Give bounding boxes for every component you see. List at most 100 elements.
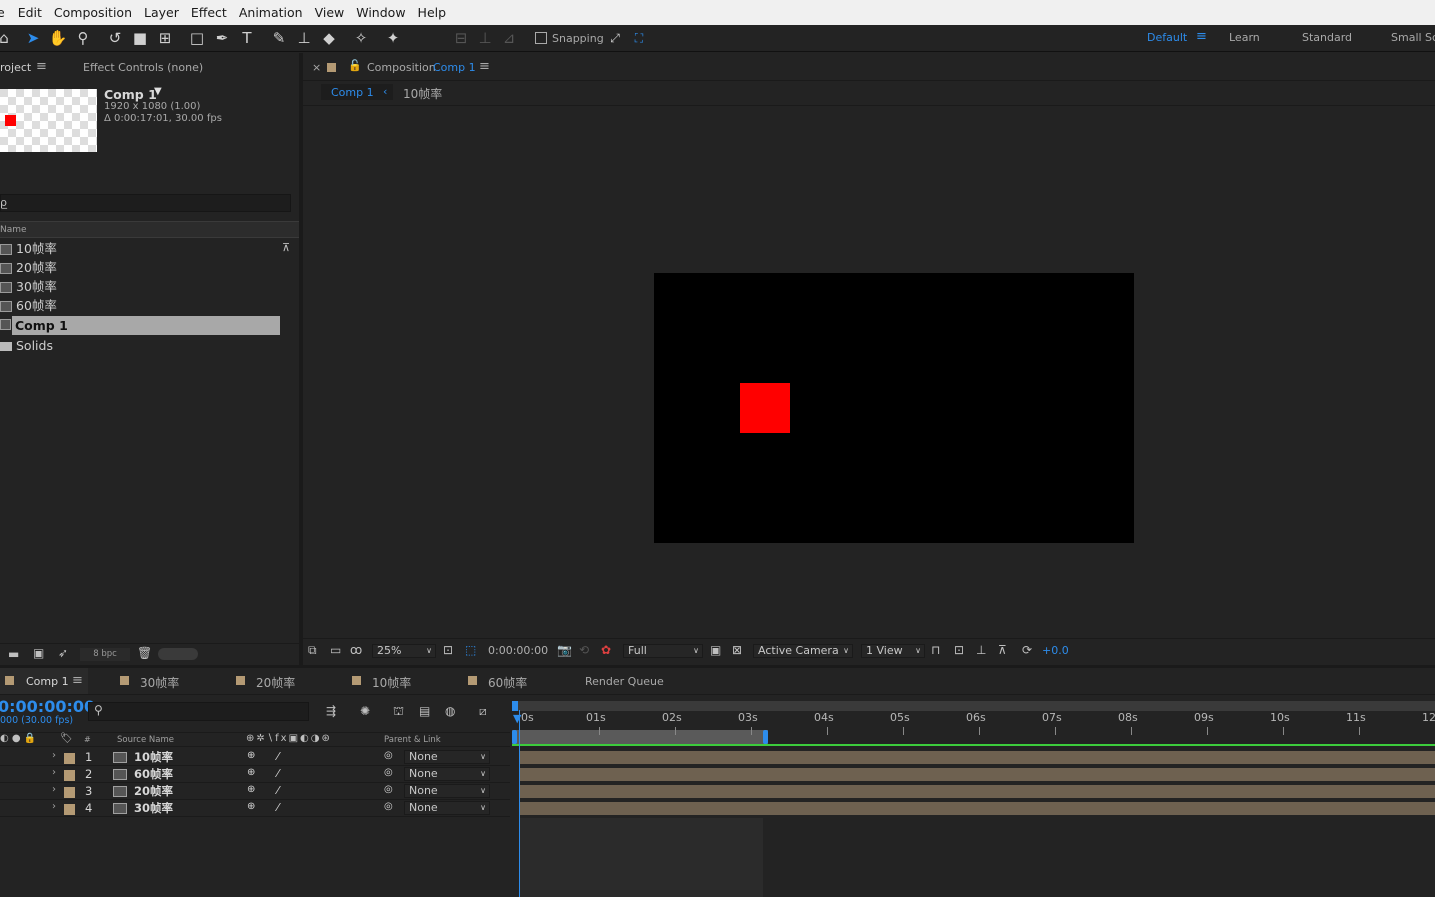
breadcrumb-comp[interactable]: Comp 1 [331, 86, 374, 99]
layer-label-swatch[interactable] [64, 787, 75, 798]
layer-label-swatch[interactable] [64, 753, 75, 764]
quality-switch-icon[interactable]: ⁄ [277, 750, 279, 763]
trash-icon[interactable]: 🗑 [137, 646, 152, 660]
work-area-bar[interactable] [512, 730, 768, 744]
menu-composition[interactable]: Composition [54, 5, 132, 20]
pen-tool-icon[interactable]: ✒ [212, 28, 232, 48]
source-name-header[interactable]: Source Name [117, 735, 174, 745]
project-menu-icon[interactable]: ≡ [36, 59, 47, 74]
layer-label-swatch[interactable] [64, 770, 75, 781]
workspace-learn[interactable]: Learn [1229, 31, 1260, 44]
channel-icon[interactable]: ✿ [601, 643, 611, 657]
breadcrumb-next[interactable]: 10帧率 [403, 85, 442, 102]
layer-duration-bar[interactable] [520, 802, 1435, 815]
menu-effect[interactable]: Effect [191, 5, 227, 20]
project-tab[interactable]: roject [0, 61, 31, 74]
layer-name[interactable]: 20帧率 [134, 783, 173, 799]
thumbnail-slider[interactable] [158, 648, 198, 660]
composition-tab-prefix[interactable]: Composition [367, 61, 436, 74]
draft-3d-icon[interactable]: ✺ [360, 704, 370, 718]
lock-icon[interactable]: 🔓 [348, 59, 362, 72]
current-timecode[interactable]: 0:00:00:00 [0, 697, 95, 716]
selection-tool-icon[interactable]: ➤ [23, 28, 43, 48]
timeline-search-input[interactable] [88, 702, 309, 721]
snapshot-icon[interactable]: 📷 [557, 643, 572, 657]
comp-timeline-icon[interactable]: ⊥ [976, 643, 986, 657]
viewer-menu-icon[interactable]: ≡ [479, 59, 490, 74]
effect-controls-tab[interactable]: Effect Controls (none) [83, 61, 203, 74]
tab-20fps[interactable]: 20帧率 [256, 674, 295, 691]
region-of-interest-icon[interactable]: ⬚ [465, 643, 476, 657]
parent-link-header[interactable]: Parent & Link [384, 735, 441, 745]
snap-features-icon[interactable]: ⛶ [629, 28, 649, 48]
expand-chevron-icon[interactable]: › [52, 767, 56, 778]
expand-chevron-icon[interactable]: › [52, 784, 56, 795]
view-layout-select[interactable]: 1 View ∨ [861, 644, 925, 658]
rotate-tool-icon[interactable]: ↺ [105, 28, 125, 48]
menu-edit[interactable]: Edit [18, 5, 42, 20]
project-item[interactable]: 20帧率 [0, 258, 282, 277]
snap-edges-icon[interactable]: ⤢ [605, 28, 625, 48]
timeline-menu-icon[interactable]: ≡ [72, 673, 83, 688]
workspace-small-screen[interactable]: Small Sc [1391, 31, 1435, 44]
zoom-select[interactable]: 25% ∨ [372, 644, 436, 658]
layer-duration-bar[interactable] [520, 751, 1435, 764]
snapping-checkbox[interactable] [535, 32, 547, 44]
table-row[interactable]: › 1 10帧率 ⊕ ⁄ ◎ None ∨ [0, 749, 1435, 766]
eraser-tool-icon[interactable]: ◆ [319, 28, 339, 48]
table-row[interactable]: › 2 60帧率 ⊕ ⁄ ◎ None ∨ [0, 766, 1435, 783]
project-search-input[interactable] [0, 194, 291, 212]
reset-exposure-icon[interactable]: ⟳ [1022, 643, 1032, 657]
layer-name[interactable]: 60帧率 [134, 766, 173, 782]
layer-label-swatch[interactable] [64, 804, 75, 815]
parent-select[interactable]: None ∨ [404, 767, 490, 781]
type-tool-icon[interactable]: T [237, 28, 257, 48]
menu-file[interactable]: e [0, 5, 5, 20]
hand-tool-icon[interactable]: ✋ [48, 28, 68, 48]
bpc-button[interactable]: 8 bpc [80, 648, 130, 661]
flowchart-icon[interactable]: ⊼ [998, 643, 1007, 657]
project-item-selected[interactable]: Comp 1 [12, 316, 280, 335]
menu-help[interactable]: Help [418, 5, 447, 20]
brush-tool-icon[interactable]: ✎ [269, 28, 289, 48]
roto-brush-tool-icon[interactable]: ✧ [351, 28, 371, 48]
tab-comp-1[interactable]: Comp 1 [26, 675, 69, 688]
pan-behind-tool-icon[interactable]: ⊞ [155, 28, 175, 48]
tab-60fps[interactable]: 60帧率 [488, 674, 527, 691]
shy-switch-icon[interactable]: ⊕ [247, 801, 255, 812]
tab-10fps[interactable]: 10帧率 [372, 674, 411, 691]
fit-icon[interactable]: ⊡ [443, 643, 453, 657]
camera-select[interactable]: Active Camera ∨ [753, 644, 853, 658]
rectangle-tool-icon[interactable]: □ [187, 28, 207, 48]
expand-chevron-icon[interactable]: › [52, 801, 56, 812]
always-preview-icon[interactable]: ⧉ [308, 643, 317, 658]
project-item[interactable]: 10帧率 [0, 239, 282, 258]
shy-switch-icon[interactable]: ⊕ [247, 750, 255, 761]
viewer-timecode[interactable]: 0:00:00:00 [488, 644, 548, 657]
parent-select[interactable]: None ∨ [404, 750, 490, 764]
name-column-header[interactable]: Name [0, 225, 27, 235]
fast-previews-icon[interactable]: ▣ [710, 643, 721, 657]
camera-tool-icon[interactable]: ■ [130, 28, 150, 48]
transparency-grid-icon[interactable]: ⊠ [732, 643, 742, 657]
motion-blur-icon[interactable]: ◍ [445, 704, 455, 718]
comp-mini-flowchart-icon[interactable]: ⇶ [326, 704, 336, 718]
tab-30fps[interactable]: 30帧率 [140, 674, 179, 691]
toggle-pixel-aspect-icon[interactable]: ⊓ [931, 643, 940, 657]
mask-visibility-icon[interactable]: ꝏ [350, 643, 362, 657]
table-row[interactable]: › 3 20帧率 ⊕ ⁄ ◎ None ∨ [0, 783, 1435, 800]
layer-duration-bar[interactable] [520, 785, 1435, 798]
home-icon[interactable]: ⌂ [0, 28, 14, 48]
workspace-default[interactable]: Default [1147, 31, 1187, 44]
work-area-nav[interactable] [512, 701, 1435, 711]
close-tab-icon[interactable]: × [312, 61, 321, 74]
menu-layer[interactable]: Layer [144, 5, 179, 20]
layer-name[interactable]: 30帧率 [134, 800, 173, 816]
quality-switch-icon[interactable]: ⁄ [277, 767, 279, 780]
quality-switch-icon[interactable]: ⁄ [277, 801, 279, 814]
work-area-end-handle[interactable] [763, 730, 768, 744]
graph-editor-icon[interactable]: ⧄ [479, 704, 487, 719]
pickwhip-icon[interactable]: ◎ [384, 750, 393, 761]
table-row[interactable]: › 4 30帧率 ⊕ ⁄ ◎ None ∨ [0, 800, 1435, 817]
parent-select[interactable]: None ∨ [404, 801, 490, 815]
